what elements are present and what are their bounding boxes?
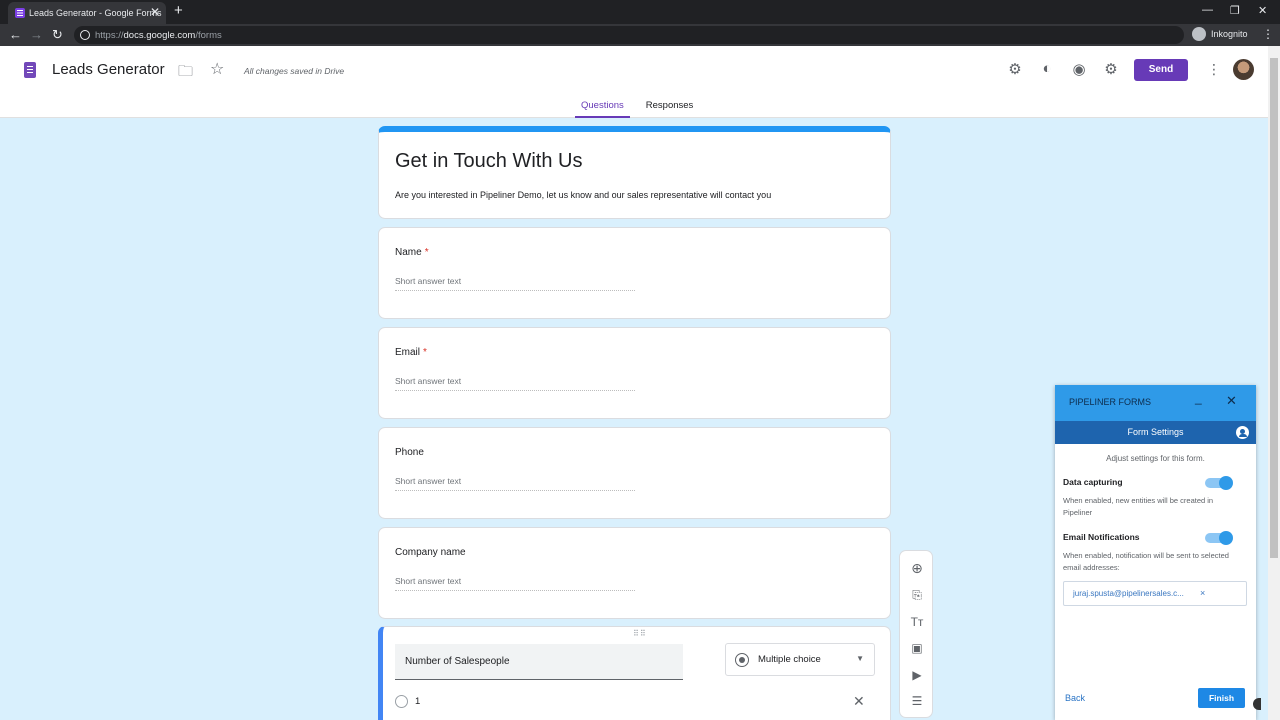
data-capturing-toggle[interactable] (1205, 476, 1233, 490)
data-capturing-description: When enabled, new entities will be creat… (1063, 496, 1214, 517)
close-icon[interactable]: ✕ (1226, 393, 1237, 409)
panel-title: PIPELINER FORMS (1069, 397, 1152, 407)
add-image-icon[interactable]: ▣ (909, 640, 925, 656)
panel-hint: Adjust settings for this form. (1106, 454, 1205, 463)
drag-handle-icon[interactable]: ⠿⠿ (633, 629, 647, 638)
finish-button[interactable]: Finish (1198, 688, 1245, 708)
question-card-company[interactable]: Company name Short answer text (378, 527, 891, 619)
palette-icon[interactable]: ◐ (1038, 60, 1056, 78)
short-answer-placeholder: Short answer text (395, 476, 635, 491)
form-tabs: Questions Responses (575, 100, 699, 118)
question-type-dropdown[interactable]: Multiple choice ▼ (725, 643, 875, 676)
address-bar[interactable]: https://docs.google.com/forms (74, 26, 1184, 44)
question-label: Phone (395, 447, 424, 458)
settings-gear-icon[interactable]: ⚙ (1102, 60, 1120, 78)
incognito-label: Inkognito (1211, 29, 1248, 39)
addons-icon[interactable]: ⚙ (1006, 60, 1024, 78)
browser-toolbar: ← → ↻ https://docs.google.com/forms Inko… (0, 24, 1280, 46)
panel-subheader: Form Settings (1055, 421, 1256, 444)
short-answer-placeholder: Short answer text (395, 376, 635, 391)
window-restore-button[interactable]: ❐ (1230, 4, 1240, 17)
email-notifications-description: When enabled, notification will be sent … (1063, 551, 1229, 572)
add-question-icon[interactable]: ⊕ (909, 560, 925, 576)
add-item-toolbar: ⊕ ⎘ Tт ▣ ▶ ☰ (899, 550, 933, 718)
remove-option-icon[interactable]: ✕ (853, 693, 865, 710)
folder-icon[interactable]: 🗀 (178, 61, 193, 86)
star-icon[interactable]: ☆ (210, 59, 224, 79)
short-answer-placeholder: Short answer text (395, 276, 635, 291)
question-card-phone[interactable]: Phone Short answer text (378, 427, 891, 519)
forms-header: Leads Generator 🗀 ☆ All changes saved in… (0, 46, 1268, 118)
option-radio-icon (395, 695, 408, 708)
remove-email-icon[interactable]: × (1200, 588, 1205, 598)
question-card-active[interactable]: ⠿⠿ Number of Salespeople Multiple choice… (378, 626, 891, 720)
question-label: Email * (395, 347, 427, 358)
add-title-icon[interactable]: Tт (909, 614, 925, 630)
tab-responses[interactable]: Responses (640, 100, 700, 118)
form-title-card[interactable]: Get in Touch With Us Are you interested … (378, 126, 891, 219)
more-options-icon[interactable]: ⋮ (1207, 61, 1221, 78)
browser-tab[interactable]: Leads Generator - Google Forms ✕ (8, 2, 166, 24)
email-notifications-toggle[interactable] (1205, 531, 1233, 545)
corner-badge (1253, 698, 1261, 710)
import-questions-icon[interactable]: ⎘ (909, 587, 925, 603)
question-label: Company name (395, 547, 466, 558)
incognito-indicator[interactable]: Inkognito (1192, 27, 1248, 41)
site-info-icon[interactable] (80, 30, 90, 40)
question-title-input[interactable]: Number of Salespeople (395, 644, 683, 680)
forward-icon[interactable]: → (30, 27, 43, 42)
user-account-icon[interactable] (1236, 426, 1249, 439)
panel-header: PIPELINER FORMS _ ✕ (1055, 385, 1256, 421)
panel-subtitle: Form Settings (1127, 427, 1184, 437)
question-type-label: Multiple choice (758, 654, 821, 665)
minimize-icon[interactable]: _ (1195, 391, 1202, 405)
pipeliner-forms-panel: PIPELINER FORMS _ ✕ Form Settings Adjust… (1055, 385, 1256, 720)
window-close-button[interactable]: ✕ (1258, 4, 1267, 17)
option-input[interactable]: 1 (415, 696, 420, 707)
radio-button-icon (735, 653, 749, 667)
forms-favicon-icon (15, 8, 25, 18)
add-section-icon[interactable]: ☰ (909, 693, 925, 709)
browser-tabbar: Leads Generator - Google Forms ✕ + — ❐ ✕ (0, 0, 1280, 24)
preview-eye-icon[interactable]: ◉ (1070, 60, 1088, 78)
google-forms-logo-icon[interactable] (24, 62, 36, 78)
form-title[interactable]: Get in Touch With Us (395, 150, 582, 173)
required-marker: * (423, 347, 427, 358)
email-notifications-label: Email Notifications (1063, 532, 1140, 542)
question-card-name[interactable]: Name * Short answer text (378, 227, 891, 319)
question-card-email[interactable]: Email * Short answer text (378, 327, 891, 419)
question-label: Name * (395, 247, 429, 258)
reload-icon[interactable]: ↻ (52, 27, 63, 43)
tab-questions[interactable]: Questions (575, 100, 630, 118)
document-title[interactable]: Leads Generator (52, 61, 165, 78)
page-scrollbar[interactable] (1268, 46, 1280, 720)
email-chip: juraj.spusta@pipelinersales.c... (1073, 589, 1184, 598)
browser-menu-icon[interactable]: ⋮ (1262, 27, 1274, 41)
new-tab-button[interactable]: + (174, 2, 183, 19)
form-description[interactable]: Are you interested in Pipeliner Demo, le… (395, 190, 771, 200)
chevron-down-icon: ▼ (856, 654, 864, 663)
add-video-icon[interactable]: ▶ (909, 667, 925, 683)
email-recipients-field[interactable]: juraj.spusta@pipelinersales.c... × (1063, 581, 1247, 606)
incognito-icon (1192, 27, 1206, 41)
back-icon[interactable]: ← (9, 27, 22, 42)
url-text: https://docs.google.com/forms (95, 30, 222, 41)
send-button[interactable]: Send (1134, 59, 1188, 81)
avatar[interactable] (1233, 59, 1254, 80)
required-marker: * (424, 247, 429, 258)
data-capturing-label: Data capturing (1063, 477, 1123, 487)
window-minimize-button[interactable]: — (1202, 4, 1213, 16)
tab-close-icon[interactable]: ✕ (150, 5, 160, 19)
back-button[interactable]: Back (1065, 693, 1085, 703)
tab-title: Leads Generator - Google Forms (29, 8, 162, 18)
short-answer-placeholder: Short answer text (395, 576, 635, 591)
scrollbar-thumb[interactable] (1270, 58, 1278, 558)
save-status: All changes saved in Drive (244, 66, 345, 76)
